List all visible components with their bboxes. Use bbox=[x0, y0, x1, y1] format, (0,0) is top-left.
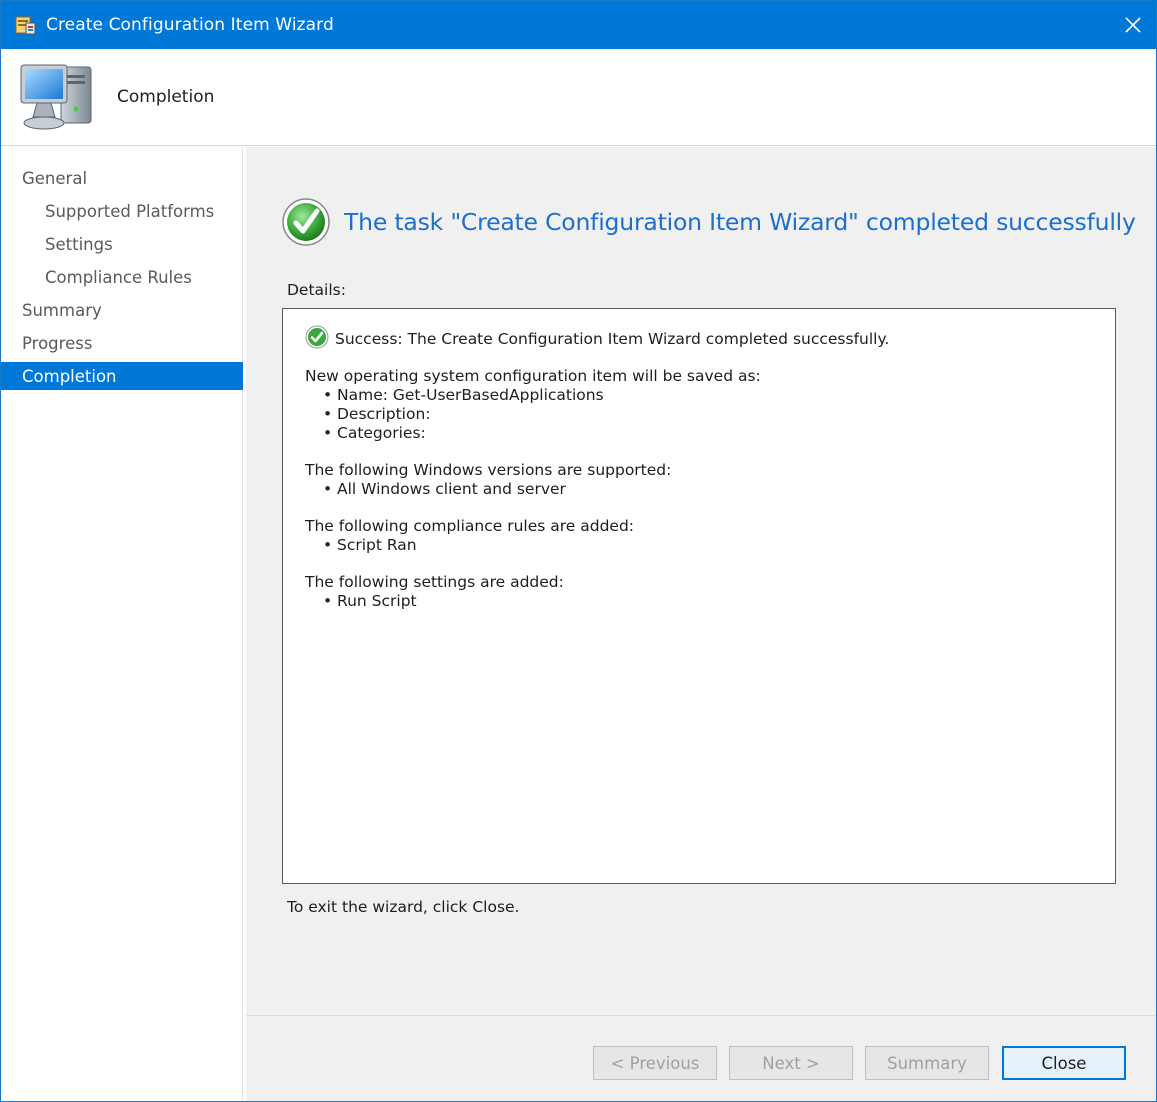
success-small-icon bbox=[305, 325, 329, 349]
window-title: Create Configuration Item Wizard bbox=[46, 15, 334, 35]
success-line: Success: The Create Configuration Item W… bbox=[335, 329, 890, 348]
versions-block: The following Windows versions are suppo… bbox=[305, 461, 1093, 499]
title-bar: Create Configuration Item Wizard bbox=[1, 1, 1156, 49]
details-box[interactable]: Success: The Create Configuration Item W… bbox=[282, 308, 1116, 884]
list-item: Name: Get-UserBasedApplications bbox=[323, 386, 1093, 405]
success-title: The task "Create Configuration Item Wiza… bbox=[344, 208, 1136, 236]
content-pane: The task "Create Configuration Item Wiza… bbox=[246, 147, 1156, 1015]
list-item: Run Script bbox=[323, 592, 1093, 611]
success-check-icon bbox=[281, 197, 331, 247]
page-title: Completion bbox=[117, 87, 215, 107]
wizard-window: Create Configuration Item Wizard Complet… bbox=[0, 0, 1157, 1102]
list-item: All Windows client and server bbox=[323, 480, 1093, 499]
nav-item-summary[interactable]: Summary bbox=[1, 296, 243, 324]
list-item: Categories: bbox=[323, 424, 1093, 443]
nav-item-general[interactable]: General bbox=[1, 164, 243, 192]
settings-block: The following settings are added: Run Sc… bbox=[305, 573, 1093, 611]
versions-heading: The following Windows versions are suppo… bbox=[305, 461, 672, 479]
success-heading: The task "Create Configuration Item Wiza… bbox=[281, 197, 1136, 247]
close-button[interactable]: Close bbox=[1002, 1046, 1126, 1080]
list-item: Description: bbox=[323, 405, 1093, 424]
summary-button[interactable]: Summary bbox=[865, 1046, 989, 1080]
success-row: Success: The Create Configuration Item W… bbox=[305, 325, 1093, 349]
item-block: New operating system configuration item … bbox=[305, 367, 1093, 443]
rules-heading: The following compliance rules are added… bbox=[305, 517, 635, 535]
previous-button[interactable]: < Previous bbox=[593, 1046, 717, 1080]
nav-item-compliance-rules[interactable]: Compliance Rules bbox=[1, 263, 243, 291]
wizard-app-icon bbox=[14, 14, 36, 36]
close-icon[interactable] bbox=[1110, 1, 1156, 49]
nav-item-completion[interactable]: Completion bbox=[1, 362, 243, 390]
wizard-footer: < Previous Next > Summary Close bbox=[246, 1015, 1156, 1101]
wizard-header: Completion bbox=[1, 49, 1156, 146]
computer-icon bbox=[15, 61, 95, 137]
details-label: Details: bbox=[287, 281, 346, 299]
next-button[interactable]: Next > bbox=[729, 1046, 853, 1080]
nav-item-progress[interactable]: Progress bbox=[1, 329, 243, 357]
nav-item-settings[interactable]: Settings bbox=[1, 230, 243, 258]
nav-item-supported-platforms[interactable]: Supported Platforms bbox=[1, 197, 243, 225]
list-item: Script Ran bbox=[323, 536, 1093, 555]
wizard-nav: General Supported Platforms Settings Com… bbox=[1, 147, 243, 1101]
settings-heading: The following settings are added: bbox=[305, 573, 564, 591]
item-heading: New operating system configuration item … bbox=[305, 367, 761, 385]
rules-block: The following compliance rules are added… bbox=[305, 517, 1093, 555]
exit-instruction: To exit the wizard, click Close. bbox=[287, 898, 520, 916]
